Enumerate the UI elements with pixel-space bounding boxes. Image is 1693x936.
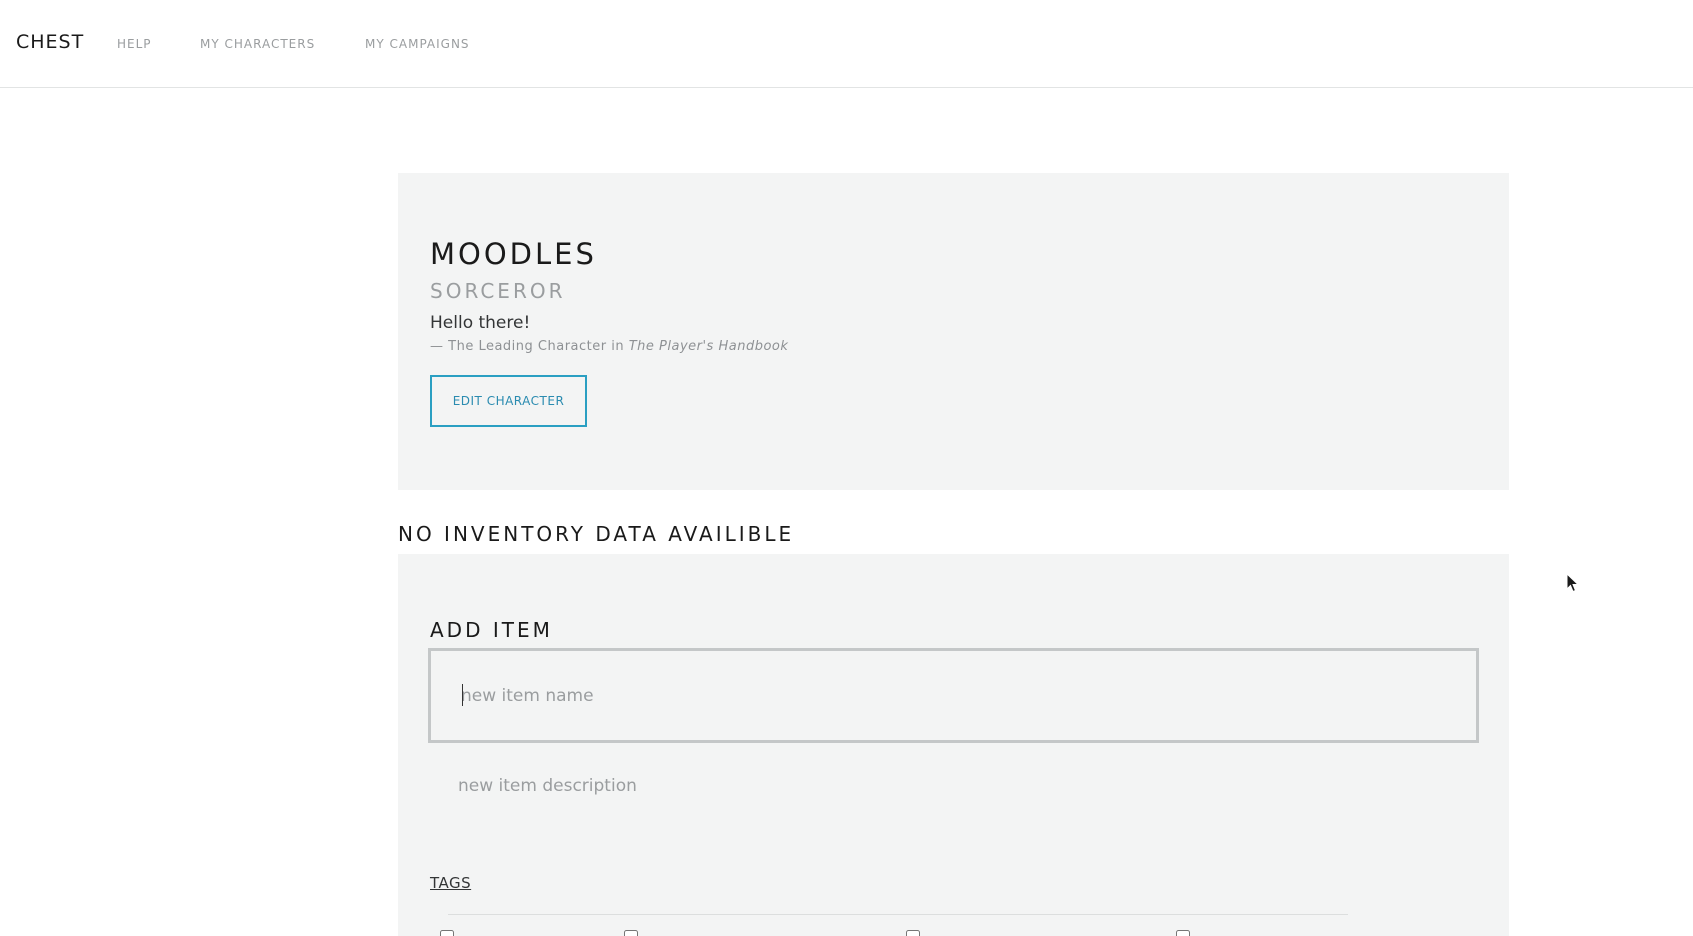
tags-toggle-link[interactable]: TAGS	[430, 874, 471, 892]
tag-option[interactable]	[624, 930, 646, 936]
add-item-panel: ADD ITEM TAGS	[398, 554, 1509, 936]
add-item-title: ADD ITEM	[430, 618, 553, 642]
top-navbar: CHEST HELP MY CHARACTERS MY CAMPAIGNS	[0, 0, 1693, 88]
inventory-empty-heading: NO INVENTORY DATA AVAILIBLE	[398, 522, 795, 546]
attribution-prefix: — The Leading Character in	[430, 339, 629, 354]
tag-option[interactable]	[440, 930, 462, 936]
tag-option[interactable]	[906, 930, 928, 936]
tag-checkbox[interactable]	[906, 930, 920, 936]
tag-checkbox[interactable]	[624, 930, 638, 936]
attribution-source: The Player's Handbook	[628, 339, 789, 354]
nav-link-my-campaigns[interactable]: MY CAMPAIGNS	[365, 37, 470, 51]
character-card: MOODLES SORCEROR Hello there! — The Lead…	[398, 173, 1509, 490]
character-class: SORCEROR	[430, 279, 566, 303]
character-name: MOODLES	[430, 237, 597, 271]
new-item-name-input[interactable]	[428, 648, 1479, 743]
tag-checkbox[interactable]	[440, 930, 454, 936]
edit-character-button[interactable]: EDIT CHARACTER	[430, 375, 587, 427]
character-quote: Hello there!	[430, 313, 531, 333]
character-quote-attribution: — The Leading Character in The Player's …	[430, 339, 788, 354]
tag-option[interactable]	[1176, 930, 1198, 936]
brand-logo-link[interactable]: CHEST	[16, 31, 84, 53]
mouse-pointer-icon	[1566, 573, 1580, 593]
nav-link-my-characters[interactable]: MY CHARACTERS	[200, 37, 315, 51]
tags-divider	[448, 914, 1348, 915]
text-caret	[462, 684, 463, 706]
tag-checkbox[interactable]	[1176, 930, 1190, 936]
nav-link-help[interactable]: HELP	[117, 37, 152, 51]
new-item-description-input[interactable]	[428, 754, 1479, 834]
